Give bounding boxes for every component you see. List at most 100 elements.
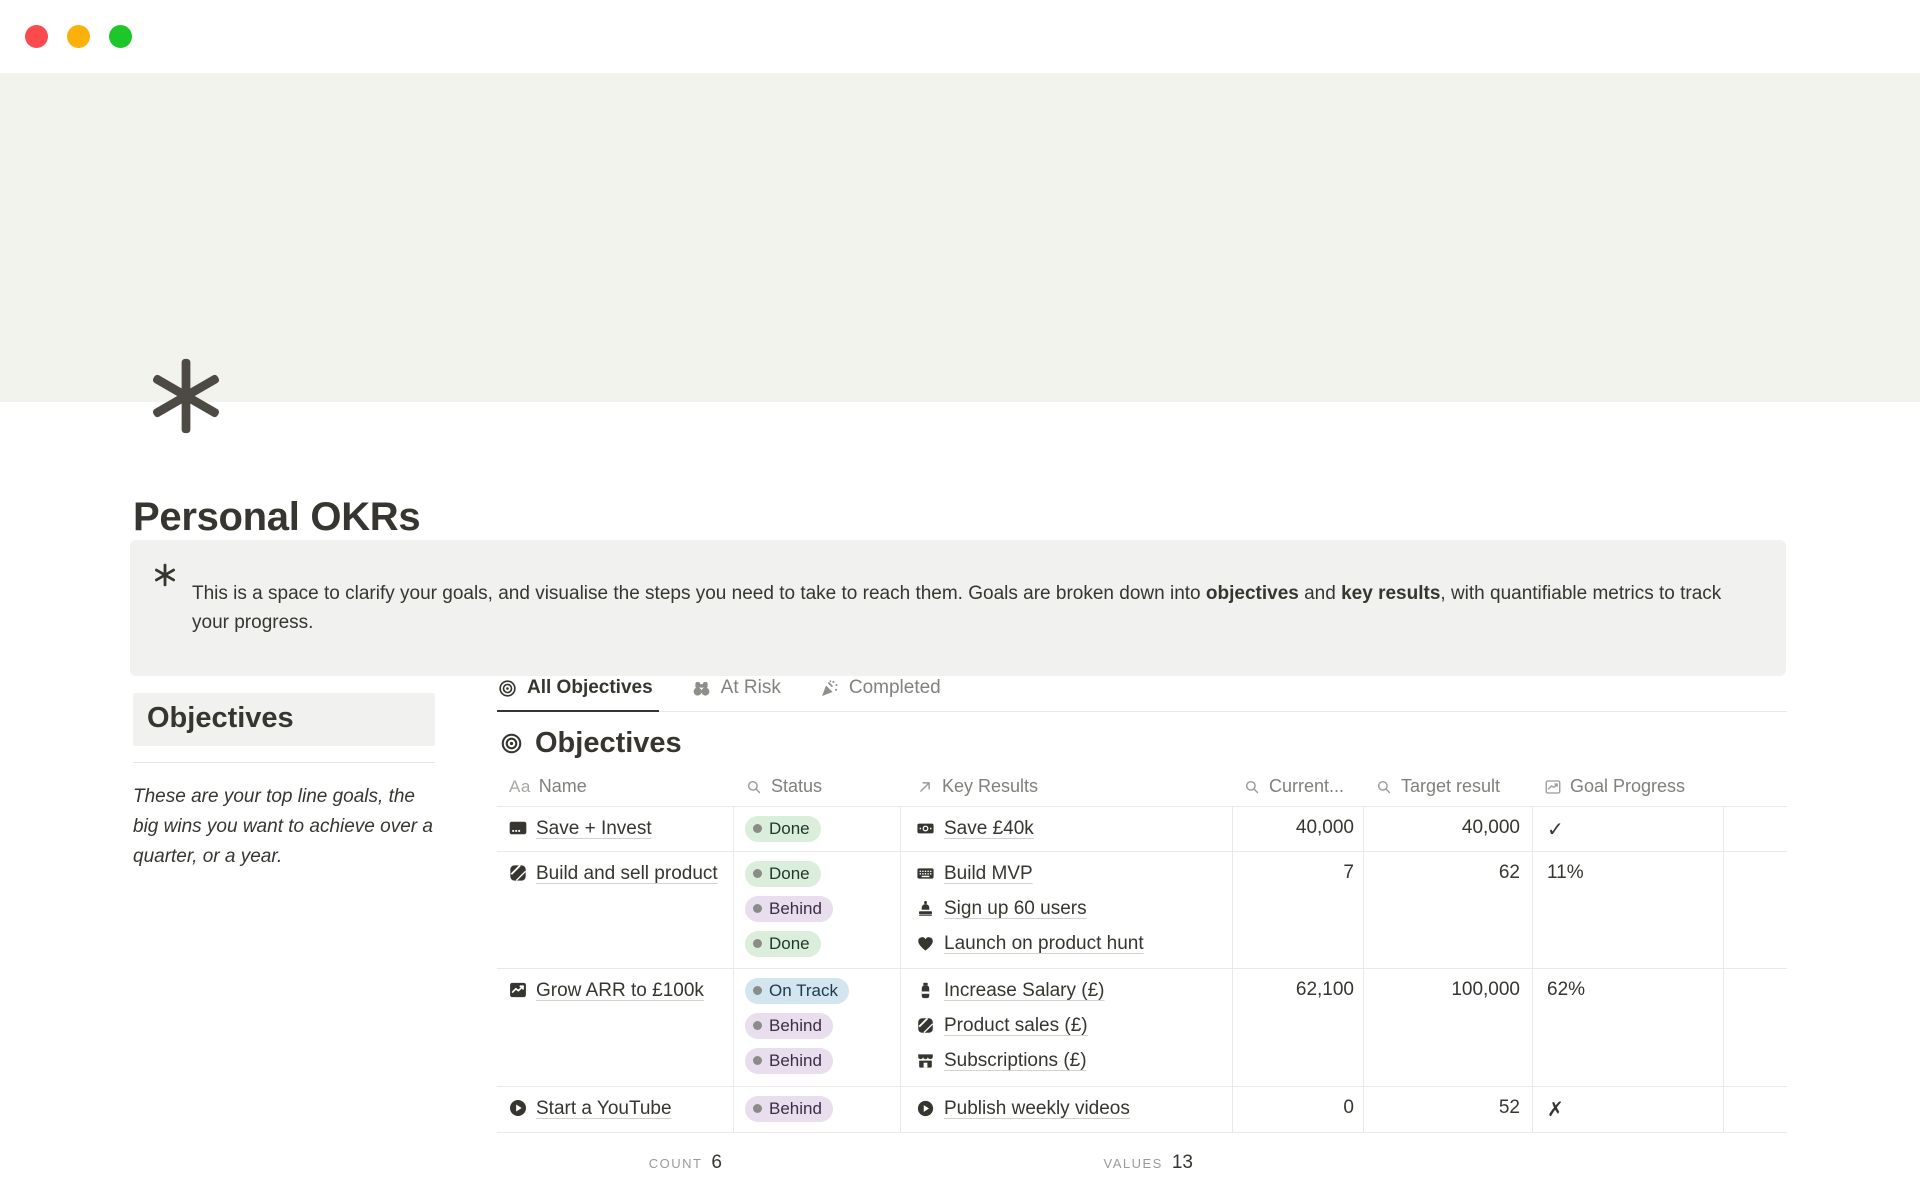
- status-pill[interactable]: On Track: [745, 978, 849, 1004]
- column-header-target-result[interactable]: Target result: [1364, 776, 1533, 797]
- objectives-database: All Objectives At Risk: [497, 672, 1787, 1183]
- key-results-cell[interactable]: Build MVP Sign up 60 users Launch on produ…: [901, 852, 1233, 968]
- play-circle-icon: [916, 1099, 935, 1118]
- table-header-row: Aa Name Status Key Results Current...: [497, 768, 1787, 807]
- key-result-item[interactable]: Save £40k: [916, 816, 1232, 842]
- key-result-item[interactable]: Increase Salary (£): [916, 978, 1232, 1004]
- status-pill[interactable]: Behind: [745, 1048, 833, 1074]
- database-title[interactable]: Objectives: [535, 727, 682, 760]
- status-cell[interactable]: Behind: [734, 1087, 901, 1132]
- status-pill[interactable]: Behind: [745, 896, 833, 922]
- key-result-link[interactable]: Subscriptions (£): [944, 1048, 1087, 1074]
- tab-label: Completed: [849, 677, 941, 699]
- goal-progress-cell[interactable]: 11%: [1533, 852, 1724, 968]
- key-result-link[interactable]: Build MVP: [944, 861, 1033, 887]
- table-row: Save + Invest Done Save £40k 40,00040,000 ✓: [497, 807, 1787, 852]
- tab-at-risk[interactable]: At Risk: [691, 672, 787, 711]
- play-circle-icon: [508, 1098, 528, 1118]
- status-dot-icon: [753, 1056, 762, 1065]
- status-cell[interactable]: Done: [734, 807, 901, 851]
- status-pill[interactable]: Done: [745, 816, 821, 842]
- package-icon: [916, 1016, 935, 1035]
- sidebar-description: These are your top line goals, the big w…: [133, 782, 435, 872]
- table-row: Grow ARR to £100k On Track Behind Behind Inc…: [497, 969, 1787, 1087]
- key-result-link[interactable]: Product sales (£): [944, 1013, 1088, 1039]
- status-pill[interactable]: Done: [745, 861, 821, 887]
- key-result-link[interactable]: Publish weekly videos: [944, 1096, 1130, 1122]
- callout: This is a space to clarify your goals, a…: [130, 540, 1786, 676]
- key-result-item[interactable]: Build MVP: [916, 861, 1232, 887]
- target-icon: [499, 731, 524, 756]
- current-result-cell[interactable]: 0: [1233, 1087, 1364, 1132]
- sidebar-heading: Objectives: [133, 693, 435, 746]
- key-result-link[interactable]: Sign up 60 users: [944, 896, 1087, 922]
- target-result-cell[interactable]: 100,000: [1364, 969, 1533, 1086]
- arrow-up-right-icon: [916, 778, 934, 796]
- key-result-link[interactable]: Save £40k: [944, 816, 1034, 842]
- key-result-item[interactable]: Publish weekly videos: [916, 1096, 1232, 1122]
- keyboard-icon: [916, 864, 935, 883]
- status-cell[interactable]: Done Behind Done: [734, 852, 901, 968]
- status-dot-icon: [753, 939, 762, 948]
- tab-completed[interactable]: Completed: [819, 672, 947, 711]
- tab-all-objectives[interactable]: All Objectives: [497, 672, 659, 712]
- status-dot-icon: [753, 824, 762, 833]
- key-result-item[interactable]: Launch on product hunt: [916, 931, 1232, 957]
- key-results-cell[interactable]: Publish weekly videos: [901, 1087, 1233, 1132]
- goal-progress-cell[interactable]: ✓: [1533, 807, 1724, 851]
- status-cell[interactable]: On Track Behind Behind: [734, 969, 901, 1086]
- current-result-cell[interactable]: 40,000: [1233, 807, 1364, 851]
- objective-link[interactable]: Grow ARR to £100k: [536, 978, 704, 1004]
- objective-name-cell[interactable]: Save + Invest: [497, 807, 734, 851]
- goal-progress-cell[interactable]: ✗: [1533, 1087, 1724, 1132]
- values-aggregate[interactable]: VALUES 13: [901, 1152, 1233, 1174]
- divider: [133, 762, 435, 763]
- cross-icon: ✗: [1547, 1099, 1564, 1121]
- minimize-window-button[interactable]: [67, 25, 90, 48]
- zoom-window-button[interactable]: [109, 25, 132, 48]
- objective-name-cell[interactable]: Build and sell product: [497, 852, 734, 968]
- goal-progress-cell[interactable]: 62%: [1533, 969, 1724, 1086]
- key-results-cell[interactable]: Increase Salary (£) Product sales (£) Subs…: [901, 969, 1233, 1086]
- status-pill[interactable]: Done: [745, 931, 821, 957]
- status-pill[interactable]: Behind: [745, 1096, 833, 1122]
- key-results-cell[interactable]: Save £40k: [901, 807, 1233, 851]
- current-result-cell[interactable]: 7: [1233, 852, 1364, 968]
- empty-cell: [1724, 969, 1787, 1086]
- tab-label: At Risk: [721, 677, 781, 699]
- table-row: Build and sell product Done Behind Done Buil…: [497, 852, 1787, 969]
- target-result-cell[interactable]: 52: [1364, 1087, 1533, 1132]
- key-result-link[interactable]: Launch on product hunt: [944, 931, 1144, 957]
- close-window-button[interactable]: [25, 25, 48, 48]
- current-result-cell[interactable]: 62,100: [1233, 969, 1364, 1086]
- page-asterisk-icon[interactable]: [144, 354, 228, 438]
- key-result-item[interactable]: Product sales (£): [916, 1013, 1232, 1039]
- column-header-status[interactable]: Status: [734, 776, 901, 797]
- party-popper-icon: [819, 678, 840, 699]
- objective-name-cell[interactable]: Grow ARR to £100k: [497, 969, 734, 1086]
- key-result-link[interactable]: Increase Salary (£): [944, 978, 1105, 1004]
- search-icon: [745, 778, 763, 796]
- objective-link[interactable]: Save + Invest: [536, 816, 652, 842]
- target-result-cell[interactable]: 62: [1364, 852, 1533, 968]
- credit-card-icon: [508, 818, 528, 838]
- page-cover[interactable]: [0, 73, 1920, 402]
- page-title[interactable]: Personal OKRs: [133, 495, 420, 540]
- table-footer: COUNT 6 VALUES 13: [497, 1143, 1787, 1183]
- column-header-goal-progress[interactable]: Goal Progress: [1533, 776, 1724, 797]
- package-icon: [508, 863, 528, 883]
- column-header-key-results[interactable]: Key Results: [901, 776, 1233, 797]
- objective-link[interactable]: Start a YouTube: [536, 1096, 672, 1122]
- objective-name-cell[interactable]: Start a YouTube: [497, 1087, 734, 1132]
- column-header-name[interactable]: Aa Name: [497, 776, 734, 797]
- column-header-current[interactable]: Current...: [1233, 776, 1364, 797]
- objective-link[interactable]: Build and sell product: [536, 861, 718, 887]
- status-dot-icon: [753, 986, 762, 995]
- check-icon: ✓: [1547, 819, 1564, 841]
- key-result-item[interactable]: Sign up 60 users: [916, 896, 1232, 922]
- count-aggregate[interactable]: COUNT 6: [497, 1152, 734, 1174]
- status-pill[interactable]: Behind: [745, 1013, 833, 1039]
- key-result-item[interactable]: Subscriptions (£): [916, 1048, 1232, 1074]
- target-result-cell[interactable]: 40,000: [1364, 807, 1533, 851]
- banknote-icon: [916, 819, 935, 838]
